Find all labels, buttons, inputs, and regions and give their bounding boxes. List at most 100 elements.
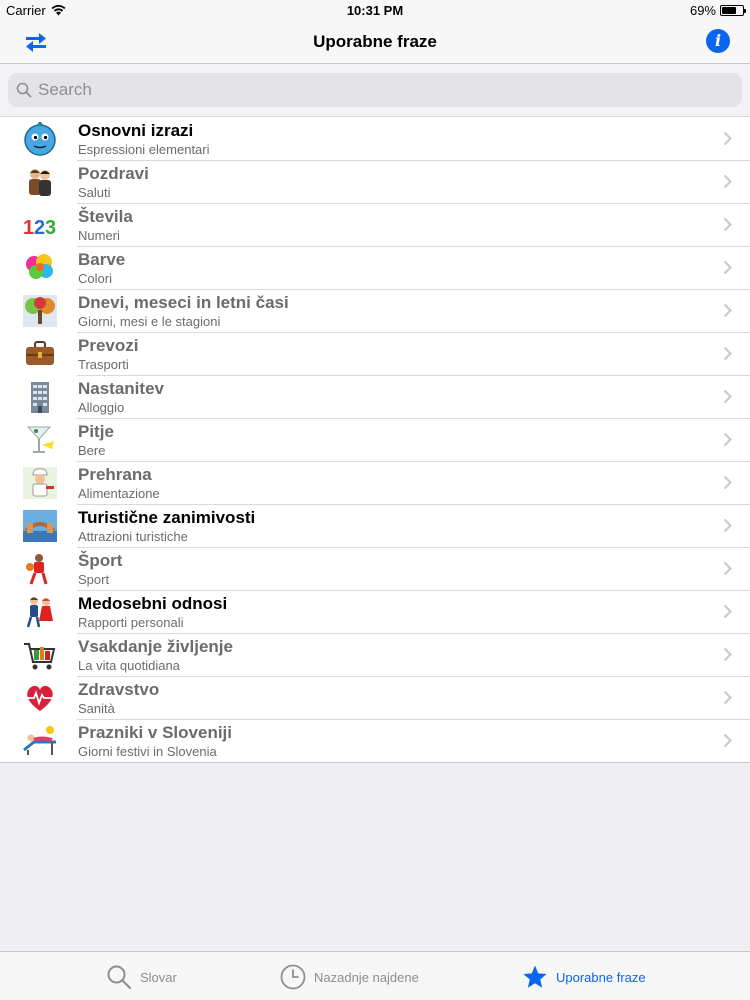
info-icon: i: [714, 31, 722, 50]
greeting-couple-icon: [29, 169, 51, 196]
item-subtitle: Trasporti: [78, 357, 129, 372]
item-title: Nastanitev: [78, 379, 164, 398]
page-title: Uporabne fraze: [313, 32, 437, 51]
chevron-right-icon: [723, 346, 732, 361]
clock-icon: [280, 964, 306, 990]
list-item[interactable]: Prevozi Trasporti: [0, 332, 750, 375]
phrase-category-list: Osnovni izrazi Espressioni elementari Po…: [0, 117, 750, 763]
chevron-right-icon: [723, 217, 732, 232]
list-item[interactable]: Prehrana Alimentazione: [0, 461, 750, 504]
list-item[interactable]: Nastanitev Alloggio: [0, 375, 750, 418]
smiley-face-icon: [24, 122, 56, 156]
item-title: Barve: [78, 250, 126, 269]
chevron-right-icon: [723, 518, 732, 533]
item-subtitle: Alloggio: [78, 400, 125, 415]
heartbeat-icon: [26, 685, 54, 711]
list-item[interactable]: 1 2 3 Števila Numeri: [0, 203, 750, 246]
item-subtitle: Attrazioni turistiche: [78, 529, 188, 544]
tab-nazadnje-najdene[interactable]: Nazadnje najdene: [280, 962, 419, 992]
item-title: Medosebni odnosi: [78, 594, 228, 613]
item-subtitle: Numeri: [78, 228, 120, 243]
item-title: Prazniki v Sloveniji: [78, 723, 233, 742]
chevron-right-icon: [723, 733, 732, 748]
tab-label: Slovar: [140, 969, 177, 985]
svg-text:2: 2: [34, 217, 45, 239]
color-splash-icon: [26, 254, 53, 279]
search-input[interactable]: [38, 80, 718, 100]
status-bar: Carrier 10:31 PM 69%: [0, 0, 750, 22]
item-title: Zdravstvo: [78, 680, 160, 699]
item-subtitle: Sport: [78, 572, 110, 587]
list-item[interactable]: Medosebni odnosi Rapporti personali: [0, 590, 750, 633]
tab-slovar[interactable]: Slovar: [106, 962, 177, 992]
chevron-right-icon: [723, 174, 732, 189]
list-item[interactable]: Vsakdanje življenje La vita quotidiana: [0, 633, 750, 676]
list-item[interactable]: Osnovni izrazi Espressioni elementari: [0, 117, 750, 160]
battery-indicator: 69%: [689, 3, 746, 18]
tab-bar: Slovar Nazadnje najdene Uporabne fraze: [0, 951, 750, 1000]
cocktail-icon: [26, 426, 54, 453]
item-subtitle: Sanità: [78, 701, 115, 716]
item-subtitle: Giorni, mesi e le stagioni: [78, 314, 221, 329]
building-icon: [31, 382, 49, 413]
chevron-right-icon: [723, 561, 732, 576]
item-subtitle: Bere: [78, 443, 106, 458]
svg-text:3: 3: [45, 217, 56, 239]
list-item[interactable]: Turistične zanimivosti Attrazioni turist…: [0, 504, 750, 547]
suitcase-icon: [26, 341, 54, 365]
tab-label: Uporabne fraze: [556, 969, 646, 985]
tab-label: Nazadnje najdene: [314, 969, 419, 985]
dancing-couple-icon: [26, 597, 53, 628]
search-field-container[interactable]: [8, 73, 742, 107]
item-title: Prehrana: [78, 465, 152, 484]
item-subtitle: Giorni festivi in Slovenia: [78, 744, 217, 759]
chevron-right-icon: [723, 260, 732, 275]
item-title: Vsakdanje življenje: [78, 637, 233, 656]
clock-time: 10:31 PM: [346, 3, 404, 18]
chevron-right-icon: [723, 303, 732, 318]
item-subtitle: Saluti: [78, 185, 111, 200]
list-item[interactable]: Šport Sport: [0, 547, 750, 590]
item-subtitle: Espressioni elementari: [78, 142, 210, 157]
item-title: Šport: [78, 551, 123, 570]
list-item[interactable]: Prazniki v Sloveniji Giorni festivi in S…: [0, 719, 750, 762]
numbers-123-icon: 1 2 3: [23, 217, 56, 239]
item-title: Pozdravi: [78, 164, 149, 183]
navigation-bar: Uporabne fraze i: [0, 22, 750, 64]
chef-icon: [23, 467, 57, 499]
item-title: Turistične zanimivosti: [78, 508, 256, 527]
search-icon: [16, 82, 32, 98]
star-icon: [523, 965, 547, 988]
list-item[interactable]: Zdravstvo Sanità: [0, 676, 750, 719]
seasons-tree-icon: [23, 295, 57, 327]
landmark-icon: [23, 510, 57, 542]
item-title: Pitje: [78, 422, 114, 441]
chevron-right-icon: [723, 389, 732, 404]
list-item[interactable]: Pitje Bere: [0, 418, 750, 461]
item-title: Prevozi: [78, 336, 139, 355]
chevron-right-icon: [723, 647, 732, 662]
item-subtitle: La vita quotidiana: [78, 658, 180, 673]
battery-icon: [720, 5, 746, 16]
chevron-right-icon: [723, 604, 732, 619]
info-button[interactable]: i: [706, 29, 730, 53]
list-item[interactable]: Pozdravi Saluti: [0, 160, 750, 203]
basketball-player-icon: [26, 554, 48, 585]
svg-text:1: 1: [23, 217, 34, 239]
item-title: Dnevi, meseci in letni časi: [78, 293, 289, 312]
list-item[interactable]: Dnevi, meseci in letni časi Giorni, mesi…: [0, 289, 750, 332]
battery-percent: 69%: [689, 3, 716, 18]
list-item[interactable]: Barve Colori: [0, 246, 750, 289]
search-bar: [0, 65, 750, 117]
chevron-right-icon: [723, 475, 732, 490]
chevron-right-icon: [723, 131, 732, 146]
beach-lounger-icon: [23, 726, 56, 755]
tab-uporabne-fraze[interactable]: Uporabne fraze: [522, 962, 646, 992]
shopping-cart-icon: [24, 643, 56, 670]
item-subtitle: Alimentazione: [78, 486, 160, 501]
item-subtitle: Rapporti personali: [78, 615, 184, 630]
chevron-right-icon: [723, 432, 732, 447]
search-icon: [107, 965, 132, 990]
item-title: Osnovni izrazi: [78, 121, 194, 140]
item-title: Števila: [78, 207, 133, 226]
